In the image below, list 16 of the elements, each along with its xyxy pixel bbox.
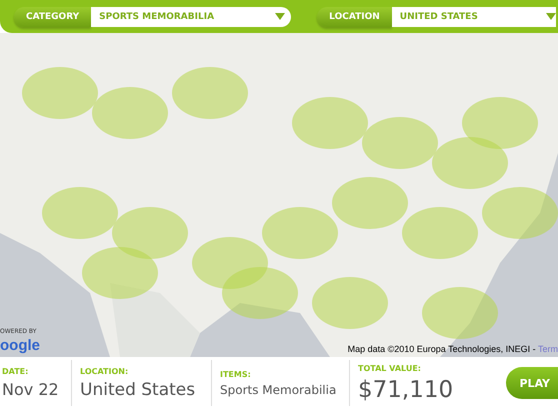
stat-label: LOCATION:	[80, 366, 130, 376]
filter-dropdown[interactable]: UNITED STATES	[392, 6, 556, 26]
stat-label: ITEMS:	[220, 370, 252, 378]
stat-value: Nov 22	[2, 380, 60, 399]
map-attribution: Map data ©2010 Europa Technologies, INEGI - Term	[348, 344, 558, 354]
stat-value: United States	[80, 380, 196, 400]
map-logo: oogle	[0, 337, 40, 354]
terms-link[interactable]: Term	[538, 344, 558, 354]
stat-label: DATE:	[2, 367, 30, 376]
stat-value: $71,110	[358, 376, 454, 402]
stat-value: Sports Memorabilia	[220, 382, 338, 396]
filter-label: LOCATION	[317, 6, 392, 26]
play-button[interactable]: PLAY	[506, 367, 558, 399]
stat-label: TOTAL VALUE:	[358, 364, 422, 372]
filter-dropdown[interactable]: SPORTS MEMORABILIA	[91, 6, 292, 26]
filter-label: CATEGORY	[14, 6, 92, 26]
